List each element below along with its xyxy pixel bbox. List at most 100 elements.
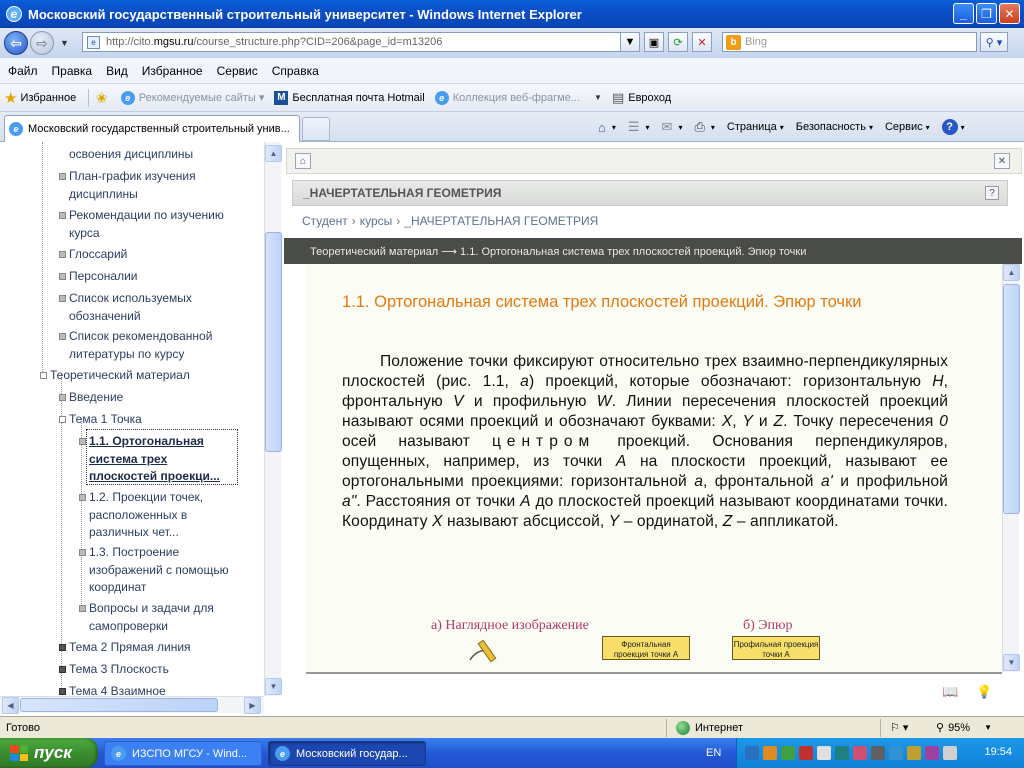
tree-item[interactable]: изображений с помощью	[89, 562, 229, 580]
tray-icon[interactable]	[871, 746, 885, 760]
safety-menu[interactable]: Безопасность ▾	[796, 121, 873, 133]
window-title-bar[interactable]: e Московский государственный строительны…	[0, 0, 1024, 28]
tree-item[interactable]: Список используемых	[69, 290, 192, 308]
back-button[interactable]: ⇦	[4, 31, 28, 55]
tray-icon[interactable]	[889, 746, 903, 760]
page-menu[interactable]: Страница ▾	[727, 121, 784, 133]
tree-item[interactable]: расположенных в	[89, 507, 187, 525]
doc-vscrollbar[interactable]: ▲ ▼	[1002, 264, 1020, 672]
tree-item[interactable]: литературы по курсу	[69, 346, 184, 364]
tab-mgsu[interactable]: e Московский государственный строительны…	[4, 115, 300, 142]
tree-collapse-icon[interactable]	[59, 416, 66, 423]
fav-hotmail[interactable]: M Бесплатная почта Hotmail	[274, 90, 425, 105]
tree-hscrollbar[interactable]: ◀ ▶	[0, 696, 264, 714]
tree-item[interactable]: курса	[69, 225, 100, 243]
tree-item[interactable]: Тема 3 Плоскость	[69, 661, 169, 679]
tree-item[interactable]: 1.3. Построение	[89, 544, 179, 562]
tree-item[interactable]: Список рекомендованной	[69, 328, 212, 346]
tree-item[interactable]: 1.2. Проекции точек,	[89, 489, 203, 507]
search-input[interactable]: b Bing	[722, 32, 977, 52]
breadcrumb-course[interactable]: _НАЧЕРТАТЕЛЬНАЯ ГЕОМЕТРИЯ	[404, 214, 598, 228]
close-button[interactable]: ✕	[999, 3, 1020, 24]
scroll-down-button[interactable]: ▼	[1003, 654, 1020, 671]
tree-item[interactable]: самопроверки	[89, 618, 168, 636]
language-indicator[interactable]: EN	[706, 747, 721, 759]
help-menu[interactable]: ? ▾	[941, 119, 965, 135]
fav-suggested-sites[interactable]: e Рекомендуемые сайты ▾	[120, 90, 264, 105]
tree-item[interactable]: плоскостей проекци...	[89, 468, 220, 486]
compatibility-view-icon[interactable]: ▣	[644, 32, 664, 52]
tree-item[interactable]: дисциплины	[69, 186, 138, 204]
print-button[interactable]: ⎙ ▾	[694, 119, 714, 135]
address-dropdown-icon[interactable]: ▼	[620, 32, 640, 52]
fav-web-slice-gallery[interactable]: e Коллекция веб-фрагме... ▼	[434, 90, 602, 105]
close-icon[interactable]: ✕	[994, 153, 1010, 169]
tree-collapse-icon[interactable]	[40, 372, 47, 379]
tray-icon[interactable]	[763, 746, 777, 760]
tray-icon[interactable]	[799, 746, 813, 760]
tray-icon[interactable]	[781, 746, 795, 760]
add-favorite-button[interactable]: ✬	[95, 89, 111, 107]
taskbar-item-izspo[interactable]: e ИЗСПО МГСУ - Wind...	[104, 741, 262, 766]
scroll-up-button[interactable]: ▲	[1003, 264, 1020, 281]
menu-help[interactable]: Справка	[272, 64, 319, 78]
tree-item[interactable]: Персоналии	[69, 268, 138, 286]
history-dropdown-icon[interactable]: ▼	[60, 38, 69, 48]
menu-tools[interactable]: Сервис	[217, 64, 258, 78]
help-icon[interactable]: ?	[985, 186, 999, 200]
tree-item[interactable]: Рекомендации по изучению	[69, 207, 224, 225]
tree-vscrollbar[interactable]: ▲ ▼	[264, 142, 282, 696]
refresh-icon[interactable]: ⟳	[668, 32, 688, 52]
home-icon[interactable]: ⌂	[295, 153, 311, 169]
tree-item[interactable]: Тема 4 Взаимное	[69, 683, 166, 696]
tray-icon[interactable]	[925, 746, 939, 760]
minimize-button[interactable]: _	[953, 3, 974, 24]
tree-item[interactable]: Вопросы и задачи для	[89, 600, 214, 618]
breadcrumb-student[interactable]: Студент	[302, 214, 348, 228]
scroll-thumb[interactable]	[1003, 284, 1020, 514]
protected-mode-icon[interactable]: ⚐ ▾	[890, 721, 908, 734]
scroll-left-button[interactable]: ◀	[2, 697, 19, 714]
tray-icon[interactable]	[907, 746, 921, 760]
tree-item[interactable]: Тема 2 Прямая линия	[69, 639, 191, 657]
scroll-thumb[interactable]	[265, 232, 282, 452]
volume-icon[interactable]	[943, 746, 957, 760]
chevron-down-icon[interactable]: ▼	[594, 93, 602, 102]
hscroll-thumb[interactable]	[20, 698, 218, 712]
tray-icon[interactable]	[835, 746, 849, 760]
scroll-up-button[interactable]: ▲	[265, 145, 282, 162]
stop-icon[interactable]: ✕	[692, 32, 712, 52]
tree-item[interactable]: освоения дисциплины	[69, 146, 193, 164]
tree-item[interactable]: различных чет...	[89, 524, 179, 542]
fav-evrohod[interactable]: ▤ Евроход	[612, 90, 671, 106]
breadcrumb-courses[interactable]: курсы	[360, 214, 393, 228]
address-input[interactable]: e http://cito. mgsu.ru/course_structure.p…	[82, 32, 636, 52]
tools-menu[interactable]: Сервис ▾	[885, 121, 930, 133]
tree-item[interactable]: План-график изучения	[69, 168, 196, 186]
tree-item[interactable]: 1.1. Ортогональная	[89, 433, 204, 451]
zoom-control[interactable]: ⚲ 95% ▼	[936, 721, 992, 735]
feeds-button[interactable]: ☰ ▾	[628, 119, 650, 135]
tray-icon[interactable]	[817, 746, 831, 760]
tray-icon[interactable]	[853, 746, 867, 760]
scroll-down-button[interactable]: ▼	[265, 678, 282, 695]
mail-button[interactable]: ✉ ▾	[662, 119, 683, 135]
tree-item[interactable]: Теоретический материал	[50, 367, 190, 385]
menu-edit[interactable]: Правка	[52, 64, 93, 78]
new-tab-button[interactable]	[302, 117, 330, 141]
start-button[interactable]: пуск	[0, 738, 98, 768]
tree-item[interactable]: система трех	[89, 451, 167, 469]
favorites-button[interactable]: ★ Избранное	[4, 89, 76, 107]
tree-item[interactable]: Глоссарий	[69, 246, 127, 264]
tray-icon[interactable]	[745, 746, 759, 760]
security-zone[interactable]: Интернет	[676, 720, 743, 735]
tree-item[interactable]: Тема 1 Точка	[69, 411, 142, 429]
menu-favorites[interactable]: Избранное	[142, 64, 203, 78]
hint-icon[interactable]: 💡	[976, 684, 992, 700]
menu-view[interactable]: Вид	[106, 64, 128, 78]
book-icon[interactable]: 📖	[942, 684, 958, 700]
maximize-button[interactable]: ❐	[976, 3, 997, 24]
tree-item[interactable]: Введение	[69, 389, 123, 407]
forward-button[interactable]: ⇨	[30, 31, 54, 55]
menu-file[interactable]: Файл	[8, 64, 38, 78]
